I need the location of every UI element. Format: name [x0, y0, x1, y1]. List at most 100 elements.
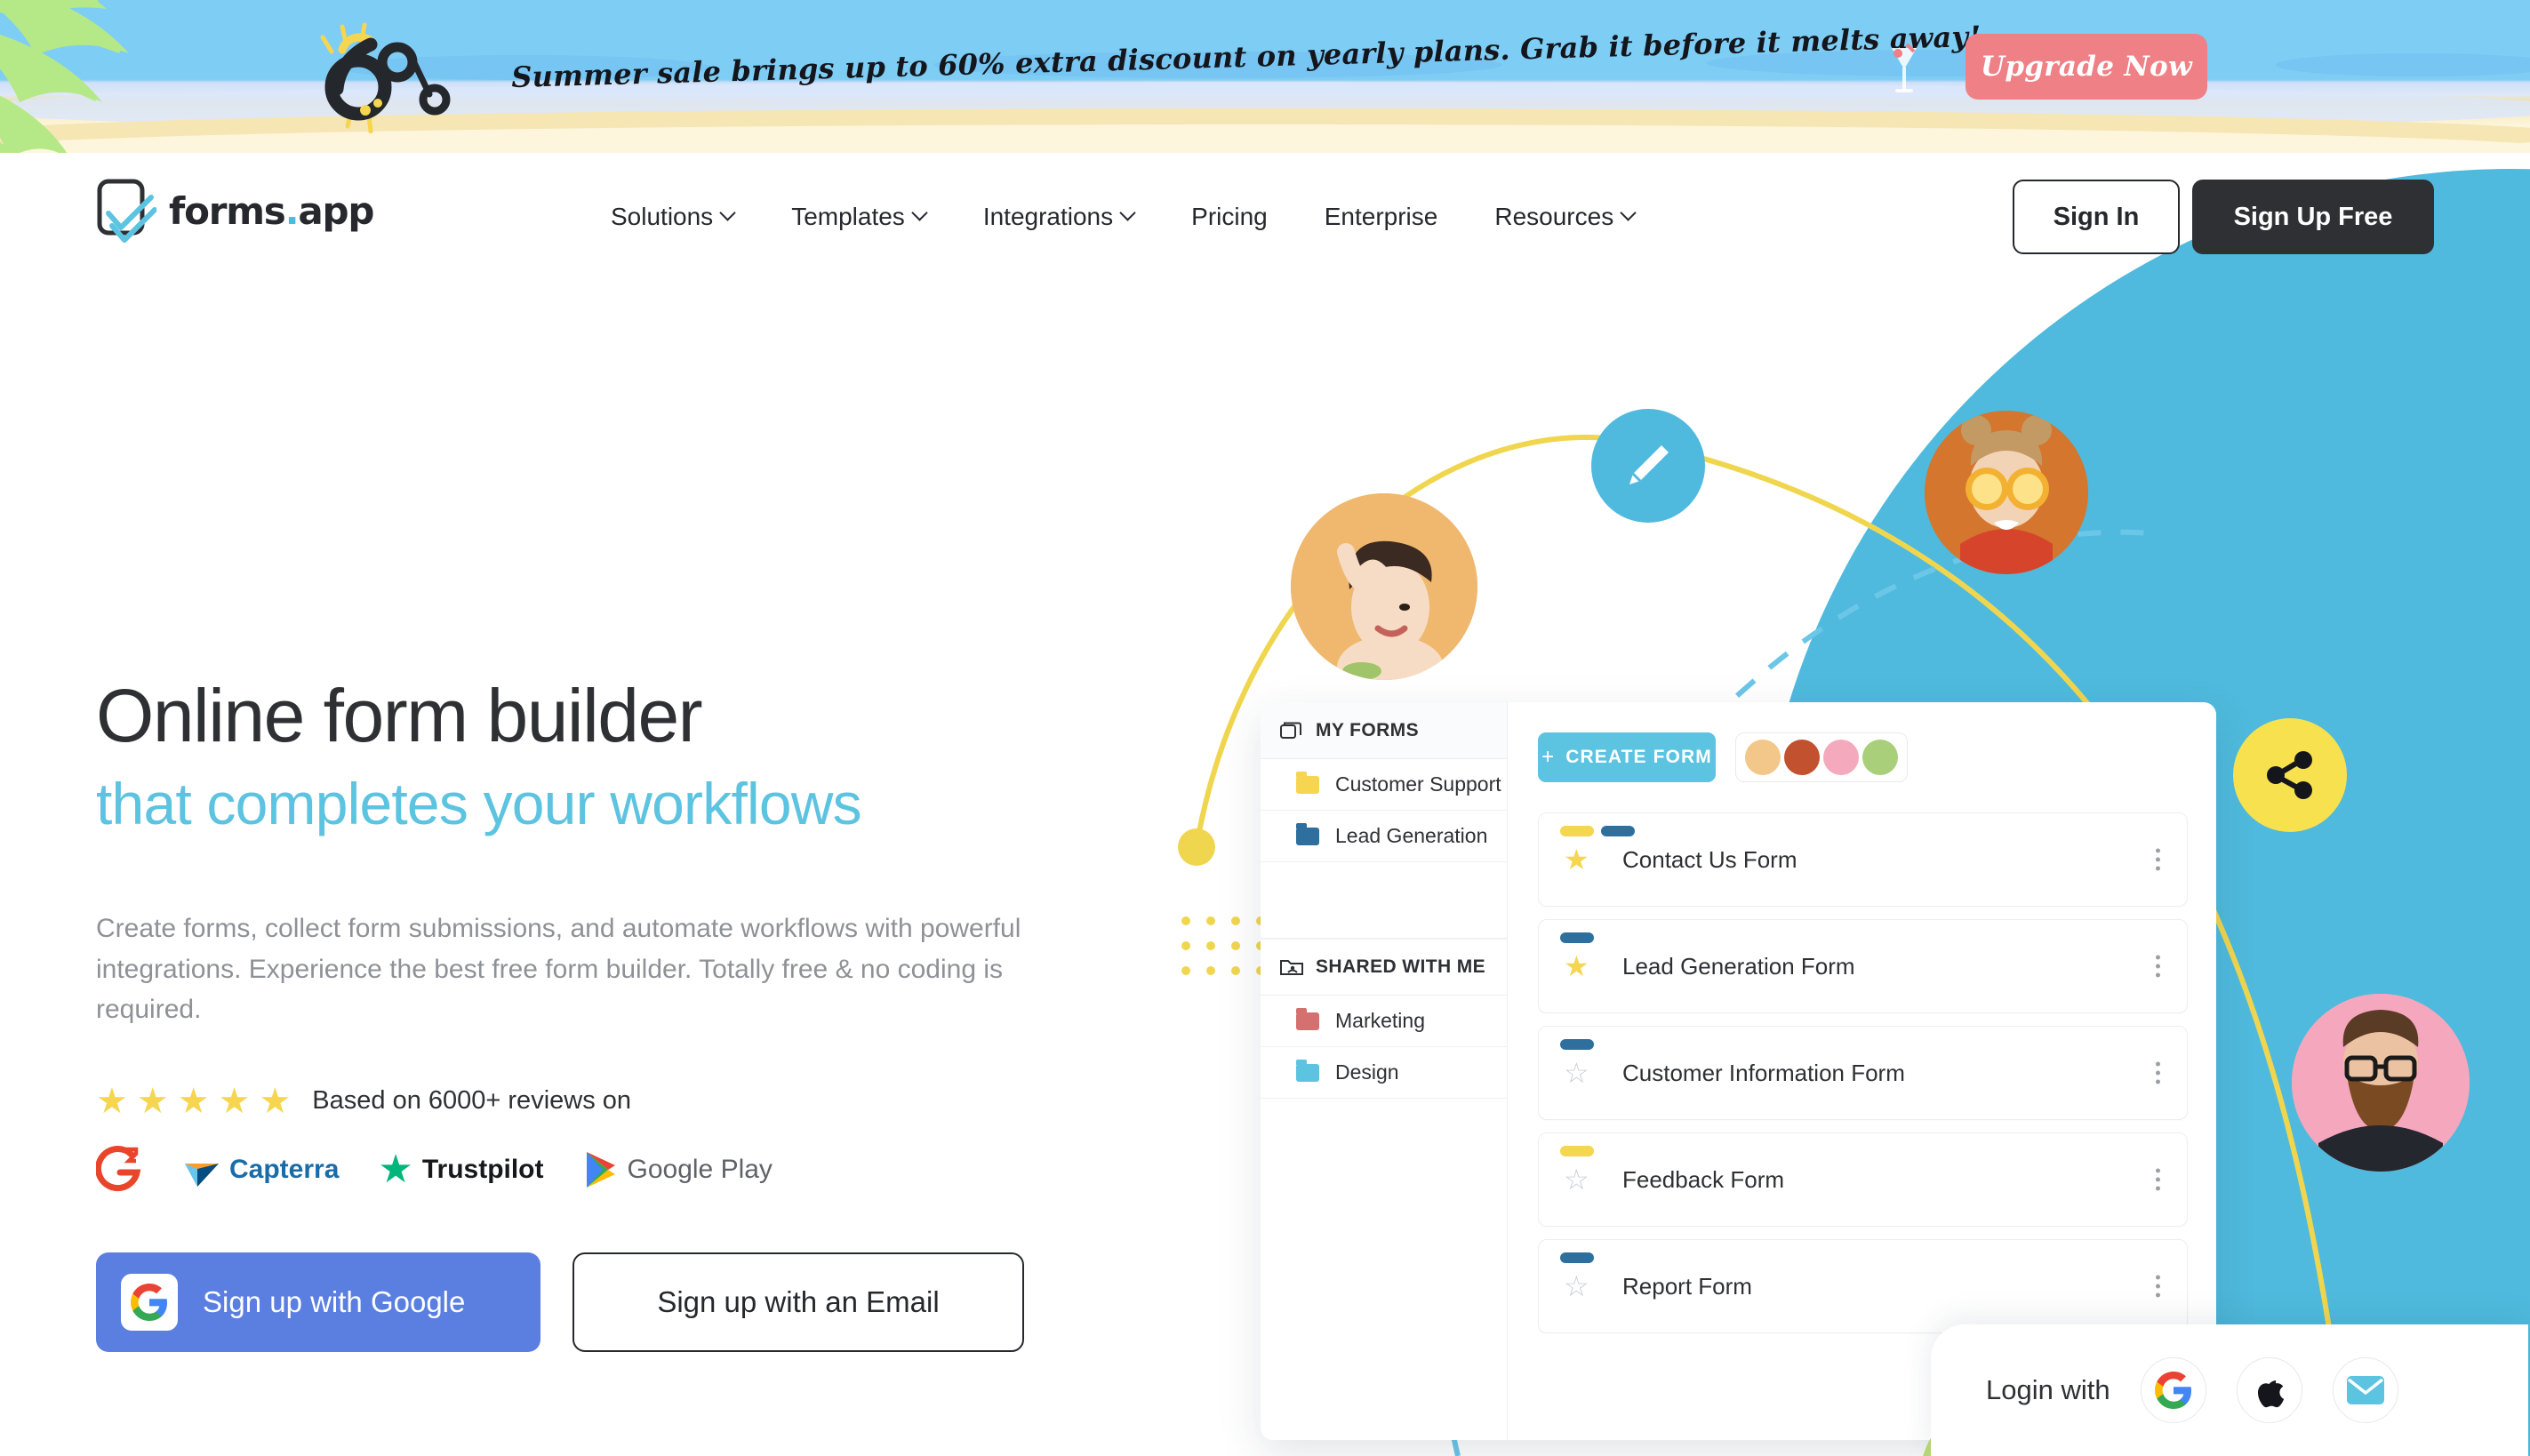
apple-icon [2257, 1380, 2284, 1408]
page-title: Online form builder [96, 674, 703, 757]
capterra-badge[interactable]: Capterra [183, 1151, 339, 1188]
main-navigation: forms.app Solutions Templates Integratio… [0, 153, 2530, 295]
nav-item-label: Resources [1494, 203, 1614, 230]
form-list: ★ Contact Us Form ★ Lead Generation Form… [1538, 812, 2188, 1333]
trustpilot-label: Trustpilot [421, 1154, 544, 1184]
create-form-button[interactable]: + CREATE FORM [1538, 732, 1716, 782]
folder-icon [1296, 771, 1319, 794]
form-title: Contact Us Form [1622, 845, 1797, 873]
avatar [1784, 740, 1820, 775]
star-icon: ★ [218, 1081, 251, 1121]
sidebar-item-lead-generation[interactable]: Lead Generation [1261, 811, 1507, 862]
trustpilot-badge[interactable]: ★ Trustpilot [378, 1147, 544, 1191]
chevron-down-icon [1622, 207, 1635, 220]
more-options-icon[interactable] [2156, 1168, 2160, 1191]
nav-item-label: Enterprise [1324, 203, 1438, 230]
sidebar-section-shared-with-me[interactable]: SHARED WITH ME [1261, 939, 1507, 996]
more-options-icon[interactable] [2156, 1275, 2160, 1298]
nav-item-resources[interactable]: Resources [1466, 187, 1663, 247]
forms-app-logo[interactable]: forms.app [96, 178, 374, 244]
login-google-button[interactable] [2140, 1357, 2206, 1423]
favorite-star-icon[interactable]: ☆ [1564, 1272, 1603, 1300]
login-with-label: Login with [1986, 1374, 2110, 1405]
google-play-badge[interactable]: Google Play [583, 1150, 773, 1189]
table-row[interactable]: ☆ Feedback Form [1538, 1132, 2188, 1227]
share-badge [2233, 718, 2347, 832]
g2-badge[interactable] [96, 1145, 144, 1194]
avatar [1862, 740, 1898, 775]
nav-item-label: Integrations [982, 203, 1114, 230]
sign-in-button[interactable]: Sign In [2013, 180, 2180, 254]
sign-up-with-google-button[interactable]: Sign up with Google [96, 1252, 540, 1352]
portrait-illustration [1925, 411, 2088, 574]
nav-item-templates[interactable]: Templates [763, 187, 955, 247]
login-apple-button[interactable] [2236, 1357, 2302, 1423]
table-row[interactable]: ★ Lead Generation Form [1538, 919, 2188, 1013]
folder-icon [1296, 1007, 1319, 1030]
portrait-illustration [1291, 493, 1477, 680]
share-icon [2267, 751, 2312, 799]
nav-item-enterprise[interactable]: Enterprise [1296, 187, 1467, 247]
form-title: Lead Generation Form [1622, 952, 1855, 980]
form-title: Feedback Form [1622, 1165, 1785, 1193]
favorite-star-icon[interactable]: ☆ [1564, 1165, 1603, 1194]
promo-banner: Summer sale brings up to 60% extra disco… [0, 0, 2530, 153]
table-row[interactable]: ☆ Customer Information Form [1538, 1026, 2188, 1120]
logo-wordmark: forms.app [169, 189, 374, 233]
upgrade-now-button[interactable]: Upgrade Now [1966, 34, 2207, 100]
tag-group [1560, 1146, 1594, 1156]
favorite-star-icon[interactable]: ☆ [1564, 1059, 1603, 1087]
mockup-sidebar: MY FORMS Customer Support Lead Generatio… [1261, 702, 1508, 1440]
folders-icon [1280, 722, 1301, 739]
tag [1560, 826, 1594, 836]
page-subtitle: that completes your workflows [96, 770, 862, 836]
star-icon: ★ [177, 1081, 210, 1121]
favorite-star-icon[interactable]: ★ [1564, 952, 1603, 980]
collaborator-avatars[interactable] [1735, 732, 1908, 782]
hero-description: Create forms, collect form submissions, … [96, 913, 1021, 1025]
login-with-card: Login with [1931, 1324, 2528, 1456]
nav-item-solutions[interactable]: Solutions [582, 187, 763, 247]
login-email-button[interactable] [2332, 1357, 2398, 1423]
nav-item-label: Solutions [611, 203, 714, 230]
more-options-icon[interactable] [2156, 1061, 2160, 1084]
hero-content: Online form builder that completes your … [96, 676, 1163, 1352]
more-options-icon[interactable] [2156, 848, 2160, 871]
rating-text: Based on 6000+ reviews on [312, 1086, 632, 1116]
hero-cta-row: Sign up with Google Sign up with an Emai… [96, 1252, 1163, 1352]
chevron-down-icon [914, 207, 926, 220]
more-options-icon[interactable] [2156, 955, 2160, 978]
sidebar-item-label: Customer Support [1335, 772, 1501, 796]
google-icon-wrap [121, 1273, 178, 1331]
star-icon: ★ [96, 1081, 128, 1121]
plus-icon: + [1541, 745, 1556, 769]
sign-up-with-email-button[interactable]: Sign up with an Email [572, 1252, 1024, 1352]
sidebar-item-marketing[interactable]: Marketing [1261, 996, 1507, 1047]
sidebar-spacer [1261, 862, 1507, 939]
avatar [1745, 740, 1781, 775]
sidebar-section-my-forms[interactable]: MY FORMS [1261, 702, 1507, 759]
sign-up-free-button[interactable]: Sign Up Free [2192, 180, 2434, 254]
tag [1560, 1146, 1594, 1156]
nav-item-pricing[interactable]: Pricing [1163, 187, 1296, 247]
avatar-photo-man-pink [2292, 994, 2470, 1172]
table-row[interactable]: ☆ Report Form [1538, 1239, 2188, 1333]
trustpilot-star-icon: ★ [378, 1147, 413, 1191]
avatar-photo-woman-peach [1291, 493, 1477, 680]
envelope-icon [2346, 1376, 2384, 1404]
palm-leaf-icon [0, 0, 129, 153]
sidebar-item-design[interactable]: Design [1261, 1047, 1507, 1099]
favorite-star-icon[interactable]: ★ [1564, 845, 1603, 874]
avatar-photo-woman-orange [1925, 411, 2088, 574]
nav-links: Solutions Templates Integrations Pricing… [582, 187, 1663, 247]
sidebar-item-customer-support[interactable]: Customer Support [1261, 759, 1507, 811]
capterra-icon [185, 1163, 219, 1187]
form-title: Report Form [1622, 1272, 1752, 1300]
nav-item-integrations[interactable]: Integrations [955, 187, 1163, 247]
sidebar-item-label: Lead Generation [1335, 824, 1488, 847]
nav-actions: Sign In Sign Up Free [2013, 180, 2434, 254]
nav-item-label: Templates [791, 203, 905, 230]
tag [1601, 826, 1635, 836]
table-row[interactable]: ★ Contact Us Form [1538, 812, 2188, 907]
tag [1560, 932, 1594, 943]
